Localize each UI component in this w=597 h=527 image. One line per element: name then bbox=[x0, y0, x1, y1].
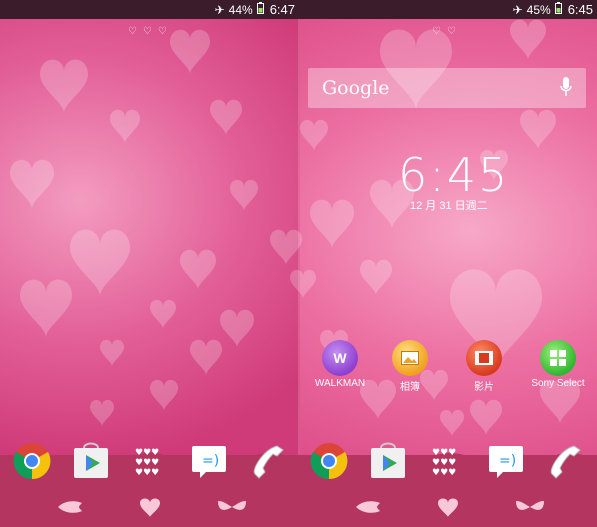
app-album[interactable]: 相簿 bbox=[375, 340, 445, 393]
svg-text:♥♥♥: ♥♥♥ bbox=[432, 468, 456, 478]
walkman-icon: W bbox=[322, 340, 358, 376]
app-label: 影片 bbox=[474, 382, 494, 393]
svg-text:♥♥♥: ♥♥♥ bbox=[432, 458, 456, 468]
app-movies[interactable]: 影片 bbox=[449, 340, 519, 393]
svg-text:♥♥♥: ♥♥♥ bbox=[432, 448, 456, 458]
page-indicator[interactable]: ♡♡♡ bbox=[128, 26, 173, 37]
page-indicator[interactable]: ♡♡ bbox=[432, 26, 462, 37]
svg-text:♥♥♥: ♥♥♥ bbox=[135, 468, 159, 478]
phone-icon[interactable] bbox=[247, 440, 289, 482]
app-walkman[interactable]: W WALKMAN bbox=[305, 340, 375, 389]
svg-text:=): =) bbox=[499, 453, 516, 469]
clock-widget-date: 12 月 31 日週二 bbox=[410, 200, 488, 212]
airplane-mode-icon: ✈ bbox=[214, 2, 225, 17]
battery-icon bbox=[554, 2, 562, 17]
battery-percent: 44% bbox=[228, 2, 253, 17]
messaging-icon[interactable]: =) bbox=[188, 440, 230, 482]
svg-text:♥♥♥: ♥♥♥ bbox=[135, 458, 159, 468]
play-store-icon[interactable] bbox=[367, 440, 409, 482]
status-bar-left: ✈ 44% 6:47 bbox=[0, 0, 299, 19]
play-store-icon[interactable] bbox=[70, 440, 112, 482]
app-label: Sony Select bbox=[531, 378, 585, 389]
status-time: 6:47 bbox=[269, 2, 295, 17]
app-label: WALKMAN bbox=[314, 378, 366, 389]
app-drawer-icon[interactable]: ♥♥♥ ♥♥♥ ♥♥♥ bbox=[426, 440, 468, 482]
battery-icon bbox=[256, 2, 264, 17]
back-button[interactable] bbox=[350, 495, 390, 519]
chrome-icon[interactable] bbox=[308, 440, 350, 482]
chrome-icon[interactable] bbox=[11, 440, 53, 482]
messaging-icon[interactable]: =) bbox=[485, 440, 527, 482]
svg-text:=): =) bbox=[202, 453, 219, 469]
svg-text:♥♥♥: ♥♥♥ bbox=[135, 448, 159, 458]
google-label: Google bbox=[322, 77, 390, 99]
phone-icon[interactable] bbox=[544, 440, 586, 482]
mic-icon[interactable] bbox=[560, 77, 572, 102]
status-time: 6:45 bbox=[567, 2, 593, 17]
app-label: 相簿 bbox=[400, 382, 420, 393]
recent-apps-button[interactable] bbox=[510, 495, 550, 519]
album-icon bbox=[392, 340, 428, 376]
airplane-mode-icon: ✈ bbox=[512, 2, 523, 17]
home-screen: ✈ 44% 6:47 ✈ 45% 6:45 ♡♡♡ ♡♡ Google 6:45… bbox=[0, 0, 597, 527]
home-button[interactable] bbox=[130, 495, 170, 519]
back-button[interactable] bbox=[52, 495, 92, 519]
app-sony-select[interactable]: Sony Select bbox=[523, 340, 593, 389]
recent-apps-button[interactable] bbox=[212, 495, 252, 519]
sony-select-icon bbox=[540, 340, 576, 376]
movies-icon bbox=[466, 340, 502, 376]
battery-percent: 45% bbox=[526, 2, 551, 17]
home-button[interactable] bbox=[428, 495, 468, 519]
app-drawer-icon[interactable]: ♥♥♥ ♥♥♥ ♥♥♥ bbox=[129, 440, 171, 482]
google-search-widget[interactable]: Google bbox=[308, 68, 586, 108]
clock-widget-time[interactable]: 6:45 bbox=[398, 148, 509, 202]
status-bar-right: ✈ 45% 6:45 bbox=[299, 0, 597, 19]
